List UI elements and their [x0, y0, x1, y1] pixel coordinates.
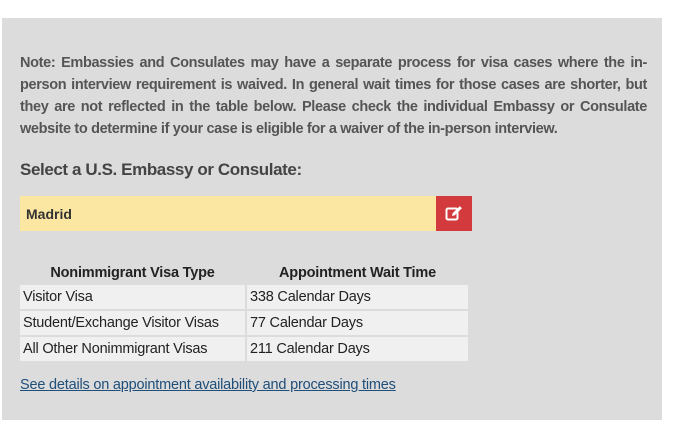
- selected-post[interactable]: Madrid: [20, 196, 436, 231]
- visa-type-cell: All Other Nonimmigrant Visas: [20, 337, 245, 361]
- waiver-note: Note: Embassies and Consulates may have …: [20, 55, 647, 137]
- column-header-wait-time: Appointment Wait Time: [279, 265, 436, 281]
- wait-time-cell: 77 Calendar Days: [247, 311, 468, 335]
- select-post-label: Select a U.S. Embassy or Consulate:: [20, 160, 302, 179]
- wait-times-table: Nonimmigrant Visa Type Appointment Wait …: [18, 261, 470, 363]
- details-link[interactable]: See details on appointment availability …: [20, 377, 396, 393]
- wait-time-cell: 211 Calendar Days: [247, 337, 468, 361]
- post-selector[interactable]: Madrid: [20, 196, 472, 231]
- table-row: Visitor Visa 338 Calendar Days: [20, 285, 468, 309]
- wait-time-cell: 338 Calendar Days: [247, 285, 468, 309]
- edit-post-button[interactable]: [436, 196, 472, 231]
- column-header-visa-type: Nonimmigrant Visa Type: [50, 265, 215, 281]
- table-header-row: Nonimmigrant Visa Type Appointment Wait …: [20, 263, 468, 283]
- table-row: Student/Exchange Visitor Visas 77 Calend…: [20, 311, 468, 335]
- visa-type-cell: Student/Exchange Visitor Visas: [20, 311, 245, 335]
- table-row: All Other Nonimmigrant Visas 211 Calenda…: [20, 337, 468, 361]
- visa-type-cell: Visitor Visa: [20, 285, 245, 309]
- visa-wait-panel: Note: Embassies and Consulates may have …: [2, 18, 662, 420]
- edit-icon: [445, 205, 462, 220]
